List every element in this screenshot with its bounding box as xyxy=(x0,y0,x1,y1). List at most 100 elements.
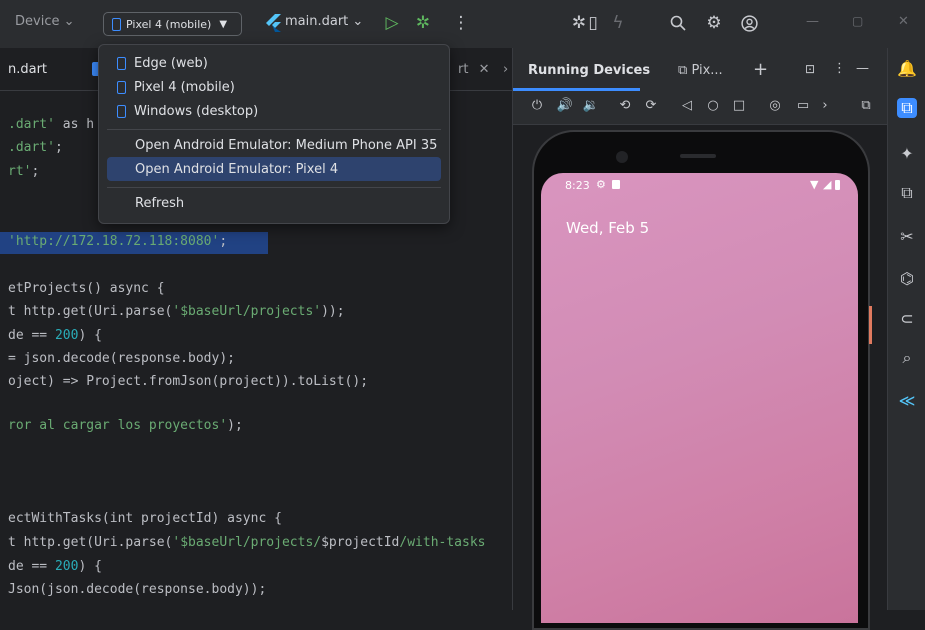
gemini-icon[interactable]: ✦ xyxy=(897,143,917,163)
code-token: = json.decode(response.body); xyxy=(8,351,235,366)
code-token: ); xyxy=(227,418,243,433)
active-tab-indicator xyxy=(513,88,640,91)
device-tab[interactable]: ⧉ Pix... xyxy=(678,63,723,78)
screenshot-icon[interactable]: ◎ xyxy=(766,98,784,113)
rotate-left-icon[interactable]: ⟲ xyxy=(616,98,634,113)
more-vertical-icon[interactable]: ⋮ xyxy=(450,12,472,34)
debug-icon[interactable]: ✲ xyxy=(412,12,434,34)
code-token: ; xyxy=(219,234,228,249)
scroll-indicator[interactable] xyxy=(869,306,872,344)
status-signal-icon: ◢ xyxy=(823,178,832,191)
code-line[interactable]: Json(json.decode(response.body)); xyxy=(8,582,266,597)
device-dropdown-menu: Edge (web) Pixel 4 (mobile) Windows (des… xyxy=(98,44,450,224)
code-token: oject) => Project.fromJson(project)).toL… xyxy=(8,374,369,389)
more-vertical-icon[interactable]: ⋮ xyxy=(833,61,846,76)
layout-inspector-icon[interactable]: ⌬ xyxy=(897,268,917,288)
phone-icon xyxy=(117,80,126,94)
code-token: Json(json.decode(response.body)); xyxy=(8,582,267,597)
rotate-right-icon[interactable]: ⟳ xyxy=(642,98,660,113)
code-line[interactable]: = json.decode(response.body); xyxy=(8,351,235,366)
flutter-icon[interactable]: ≪ xyxy=(897,390,917,410)
add-device-icon[interactable]: + xyxy=(753,59,768,80)
overview-icon[interactable]: □ xyxy=(730,98,748,113)
code-line[interactable]: etProjects() async { xyxy=(8,281,165,296)
code-token: 200 xyxy=(54,559,79,574)
back-icon[interactable]: ◁ xyxy=(678,98,696,113)
settings-icon[interactable]: ⚙ xyxy=(703,12,725,34)
menu-item-pixel4[interactable]: Pixel 4 (mobile) xyxy=(107,75,441,99)
device-manager-icon[interactable]: ⧉ xyxy=(857,98,875,113)
code-line[interactable]: rt'; xyxy=(8,164,39,179)
account-icon[interactable] xyxy=(738,12,760,34)
link-icon[interactable]: ⊂ xyxy=(897,308,917,328)
code-token: /projects' xyxy=(242,304,322,319)
menu-divider xyxy=(107,129,441,130)
window-restore-button[interactable]: ▢ xyxy=(852,14,863,28)
status-gear-icon: ⚙ xyxy=(596,178,606,191)
restore-panel-icon[interactable]: ⊡ xyxy=(805,62,815,76)
search-icon[interactable] xyxy=(667,12,689,34)
device-manager-icon[interactable]: ⧉ xyxy=(897,183,917,203)
code-token: /with-tasks xyxy=(399,535,486,550)
device-mirror-icon[interactable]: ▯ xyxy=(582,12,604,34)
panel-title: Running Devices xyxy=(528,63,651,78)
code-token: 200 xyxy=(54,328,79,343)
code-line[interactable]: de == 200) { xyxy=(8,328,102,343)
window-minimize-button[interactable]: — xyxy=(806,14,819,29)
menu-item-open-emulator-pixel4[interactable]: Open Android Emulator: Pixel 4 xyxy=(107,157,441,181)
status-battery-icon xyxy=(835,180,840,190)
editor-tab[interactable]: n.dart xyxy=(8,62,47,77)
status-bar-time: 8:23 xyxy=(565,179,590,192)
code-line[interactable]: .dart'; xyxy=(8,140,63,155)
run-config-selector[interactable]: main.dart ⌄ xyxy=(285,14,363,29)
tools-icon[interactable]: ✂ xyxy=(897,226,917,246)
menu-item-open-emulator-medium[interactable]: Open Android Emulator: Medium Phone API … xyxy=(107,133,441,157)
code-token: etProjects() async { xyxy=(8,281,165,296)
notifications-icon[interactable]: 🔔 xyxy=(897,58,917,78)
code-line[interactable]: oject) => Project.fromJson(project)).toL… xyxy=(8,374,368,389)
volume-up-icon[interactable]: 🔊 xyxy=(556,98,574,113)
code-token: de == xyxy=(8,328,55,343)
menu-item-edge[interactable]: Edge (web) xyxy=(107,51,441,75)
code-line[interactable]: .dart' as h xyxy=(8,117,94,132)
volume-down-icon[interactable]: 🔉 xyxy=(582,98,600,113)
code-line[interactable]: de == 200) { xyxy=(8,559,102,574)
menu-item-refresh[interactable]: Refresh xyxy=(107,191,441,215)
editor-tab-2[interactable]: rt ✕ xyxy=(458,62,490,77)
code-line[interactable]: ectWithTasks(int projectId) async { xyxy=(8,511,282,526)
run-icon[interactable]: ▷ xyxy=(381,12,403,34)
power-icon[interactable]: ⏻ xyxy=(528,98,546,113)
home-icon[interactable]: ○ xyxy=(704,98,722,113)
chevron-right-icon[interactable]: › xyxy=(503,62,508,77)
flash-icon[interactable]: ϟ xyxy=(607,12,629,34)
device-screen[interactable] xyxy=(541,173,858,623)
device-label[interactable]: Device ⌄ xyxy=(15,14,75,29)
screen-record-icon[interactable]: ▭ xyxy=(794,98,812,113)
minimize-panel-icon[interactable]: — xyxy=(856,61,869,76)
right-tool-window-bar xyxy=(887,48,925,610)
menu-item-windows[interactable]: Windows (desktop) xyxy=(107,99,441,123)
phone-icon xyxy=(117,56,126,70)
menu-divider xyxy=(107,187,441,188)
device-selector[interactable]: Pixel 4 (mobile) ▼ xyxy=(103,12,242,36)
close-tab-icon[interactable]: ✕ xyxy=(479,62,490,77)
chevron-down-icon: ⌄ xyxy=(352,14,364,29)
camera-icon xyxy=(616,151,628,163)
code-line[interactable]: t http.get(Uri.parse('$baseUrl/projects'… xyxy=(8,304,345,319)
chevron-right-icon[interactable]: › xyxy=(816,98,834,113)
code-token: de == xyxy=(8,559,55,574)
phone-icon xyxy=(117,104,126,118)
code-line[interactable]: 'http://172.18.72.118:8080'; xyxy=(8,234,227,249)
inspect-icon[interactable]: ⌕ xyxy=(897,348,917,368)
window-close-button[interactable]: ✕ xyxy=(898,14,909,29)
code-token: t http.get(Uri.parse( xyxy=(8,535,173,550)
code-token: 'http://172.18.72.118:8080' xyxy=(8,234,220,249)
code-token: .dart' xyxy=(8,117,55,132)
code-token: rt' xyxy=(8,164,32,179)
code-line[interactable]: ror al cargar los proyectos'); xyxy=(8,418,243,433)
running-devices-icon[interactable]: ⧉ xyxy=(897,98,917,118)
dropdown-arrow-icon: ▼ xyxy=(219,18,228,30)
code-token: ) { xyxy=(78,328,102,343)
speaker-grille xyxy=(680,154,716,158)
code-line[interactable]: t http.get(Uri.parse('$baseUrl/projects/… xyxy=(8,535,485,550)
